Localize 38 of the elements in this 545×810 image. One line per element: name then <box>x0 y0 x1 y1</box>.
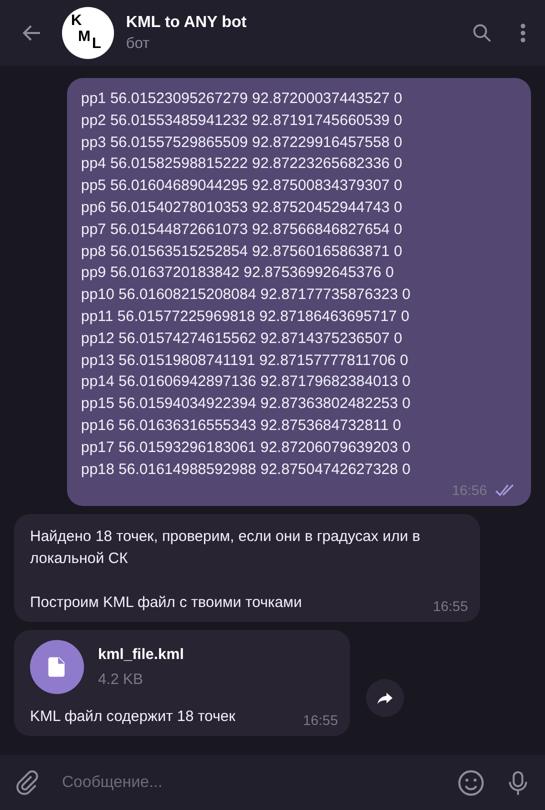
message-line: pp10 56.01608215208084 92.87177735876323 0 <box>81 285 412 306</box>
message-line: pp12 56.01574274615562 92.8714375236507 0 <box>81 328 404 349</box>
message-line: pp15 56.01594034922394 92.87363802482253 0 <box>81 394 412 414</box>
message-line: pp9 56.0163720183842 92.87536992645376 0 <box>81 263 395 284</box>
message-text: KML файл содержит 18 точек <box>30 707 236 728</box>
more-options-icon[interactable] <box>519 21 527 45</box>
message-line: pp4 56.01582598815222 92.87223265682336 0 <box>81 154 404 174</box>
chat-subtitle: бот <box>126 35 150 52</box>
search-icon[interactable] <box>471 22 493 44</box>
message-line: pp7 56.01544872661073 92.87566846827654 0 <box>81 220 404 240</box>
avatar-letter: M <box>78 29 90 44</box>
message-line: pp3 56.01557529865509 92.87229916457558 0 <box>81 132 404 153</box>
message-line: pp1 56.01523095267279 92.87200037443527 0 <box>81 89 404 109</box>
message-line: pp14 56.01606942897136 92.87179682384013 0 <box>81 372 412 392</box>
message-line: pp11 56.01577225969818 92.87186463695717 0 <box>81 306 410 327</box>
attach-icon[interactable] <box>14 770 40 796</box>
message-composer[interactable]: Сообщение... <box>0 755 545 810</box>
message-text: Найдено 18 точек, проверим, если они в градусах или в локальной СК <box>30 527 422 570</box>
message-line: pp6 56.01540278010353 92.87520452944743 0 <box>81 198 404 218</box>
message-line: pp5 56.01604689044295 92.87500834379307 0 <box>81 176 404 196</box>
message-line: pp18 56.01614988592988 92.87504742627328 0 <box>81 460 412 480</box>
chat-title: KML to ANY bot <box>126 14 248 32</box>
message-time: 16:55 <box>432 598 468 614</box>
message-text: Построим KML файл с твоими точками <box>30 593 302 614</box>
message-time: 16:55 <box>302 712 338 728</box>
message-line: pp16 56.01636316555343 92.8753684732811 0 <box>81 416 402 436</box>
message-line: pp8 56.01563515252854 92.87560165863871 0 <box>81 242 404 262</box>
message-line: pp2 56.01553485941232 92.87191745660539 0 <box>81 110 404 131</box>
avatar-letter: K <box>71 13 82 28</box>
avatar-letter: L <box>92 36 102 51</box>
message-input[interactable]: Сообщение... <box>60 772 437 792</box>
bot-avatar[interactable]: K M L <box>62 7 114 59</box>
message-line: pp13 56.01519808741191 92.87157777811706 0 <box>81 350 410 371</box>
forward-button[interactable] <box>366 679 404 718</box>
file-size: 4.2 KB <box>98 671 144 688</box>
message-line: pp17 56.01593296183061 92.87206079639203 0 <box>81 438 412 458</box>
file-name[interactable]: kml_file.kml <box>98 646 184 664</box>
emoji-icon[interactable] <box>457 768 485 796</box>
